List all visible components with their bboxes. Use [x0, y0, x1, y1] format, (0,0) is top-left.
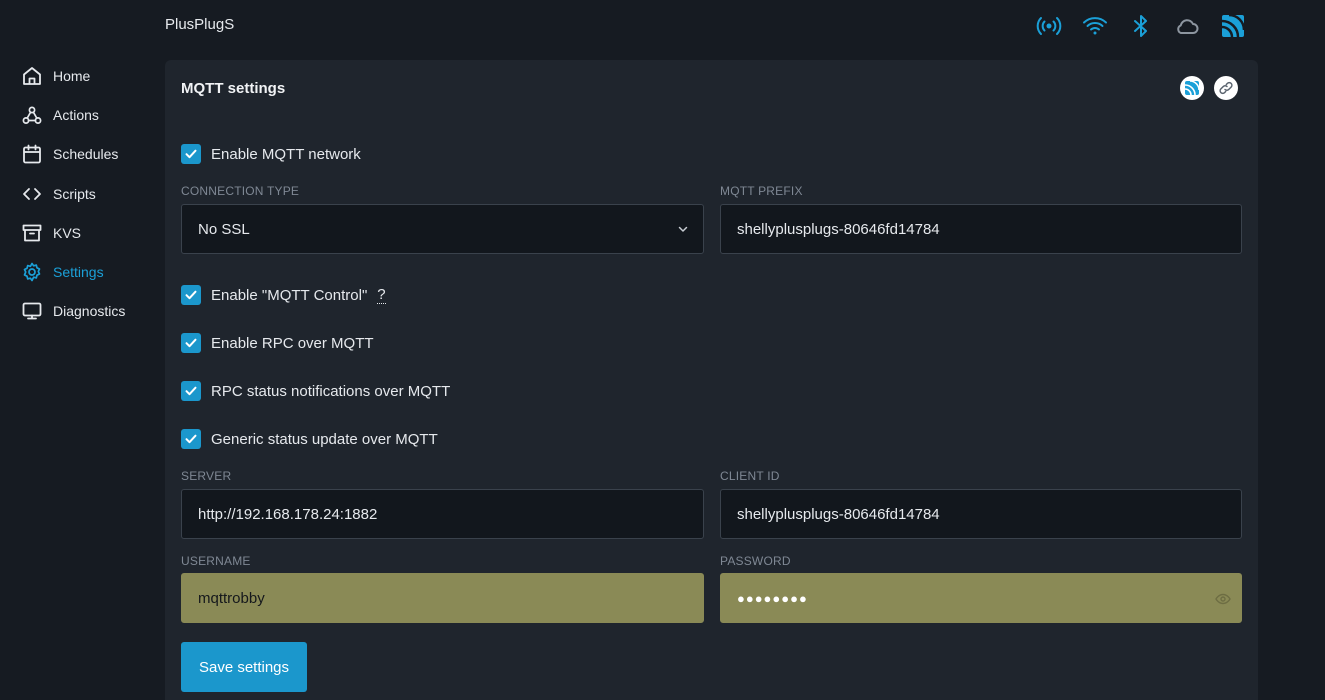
enable-mqtt-label: Enable MQTT network — [211, 145, 361, 163]
sidebar-item-diagnostics[interactable]: Diagnostics — [20, 296, 125, 326]
chevron-down-icon — [678, 226, 688, 232]
enable-rpc-checkbox[interactable] — [181, 333, 201, 353]
sidebar-item-scripts[interactable]: Scripts — [20, 179, 96, 209]
connection-type-label: CONNECTION TYPE — [181, 184, 300, 198]
sidebar-item-label: Settings — [53, 264, 104, 280]
rpc-status-label: RPC status notifications over MQTT — [211, 382, 451, 400]
password-label: PASSWORD — [720, 554, 791, 568]
rpc-status-row: RPC status notifications over MQTT — [181, 380, 450, 402]
username-value: mqttrobby — [198, 589, 265, 607]
bluetooth-icon[interactable] — [1128, 12, 1174, 40]
card-title: MQTT settings — [181, 80, 286, 97]
status-icons — [1036, 12, 1266, 40]
sidebar-item-home[interactable]: Home — [20, 61, 90, 91]
username-input[interactable]: mqttrobby — [181, 573, 704, 623]
link-icon[interactable] — [1214, 76, 1238, 100]
wifi-icon[interactable] — [1082, 12, 1128, 40]
sidebar-item-actions[interactable]: Actions — [20, 100, 99, 130]
broadcast-icon[interactable] — [1036, 12, 1082, 40]
sidebar-item-settings[interactable]: Settings — [20, 257, 104, 287]
enable-mqtt-control-label: Enable "MQTT Control" — [211, 286, 368, 304]
sidebar-item-label: Diagnostics — [53, 303, 126, 319]
generic-status-row: Generic status update over MQTT — [181, 428, 438, 450]
sidebar-item-label: Actions — [53, 107, 99, 123]
client-id-input[interactable]: shellyplusplugs-80646fd14784 — [720, 489, 1242, 539]
eye-icon[interactable] — [1215, 592, 1231, 606]
enable-mqtt-checkbox[interactable] — [181, 144, 201, 164]
mqtt-settings-card: MQTT settings Enable MQTT network CONNEC… — [165, 60, 1258, 700]
gear-icon — [20, 260, 44, 284]
help-tooltip[interactable]: ? — [377, 286, 386, 304]
enable-rpc-row: Enable RPC over MQTT — [181, 332, 374, 354]
mqtt-prefix-input[interactable]: shellyplusplugs-80646fd14784 — [720, 204, 1242, 254]
connection-type-value: No SSL — [198, 220, 250, 238]
password-value: ●●●●●●●● — [737, 590, 808, 606]
mqtt-icon[interactable] — [1180, 76, 1204, 100]
username-label: USERNAME — [181, 554, 251, 568]
mqtt-icon[interactable] — [1220, 12, 1266, 40]
mqtt-prefix-label: MQTT PREFIX — [720, 184, 803, 198]
sidebar-item-kvs[interactable]: KVS — [20, 218, 81, 248]
sidebar-item-label: Scripts — [53, 186, 96, 202]
server-input[interactable]: http://192.168.178.24:1882 — [181, 489, 704, 539]
server-label: SERVER — [181, 469, 232, 483]
connection-type-select[interactable]: No SSL — [181, 204, 704, 254]
sidebar-item-label: Home — [53, 68, 91, 84]
sidebar-item-schedules[interactable]: Schedules — [20, 139, 118, 169]
save-settings-button[interactable]: Save settings — [181, 642, 307, 692]
enable-rpc-label: Enable RPC over MQTT — [211, 334, 374, 352]
server-value: http://192.168.178.24:1882 — [198, 505, 378, 523]
client-id-value: shellyplusplugs-80646fd14784 — [737, 505, 940, 523]
generic-status-label: Generic status update over MQTT — [211, 430, 438, 448]
enable-mqtt-control-row: Enable "MQTT Control" ? — [181, 284, 386, 306]
archive-icon — [20, 221, 44, 245]
code-icon — [20, 182, 44, 206]
app-title: PlusPlugS — [165, 16, 235, 33]
enable-mqtt-row: Enable MQTT network — [181, 143, 361, 165]
rpc-status-checkbox[interactable] — [181, 381, 201, 401]
sidebar-item-label: Schedules — [53, 146, 119, 162]
mqtt-prefix-value: shellyplusplugs-80646fd14784 — [737, 220, 940, 238]
calendar-icon — [20, 142, 44, 166]
enable-mqtt-control-checkbox[interactable] — [181, 285, 201, 305]
client-id-label: CLIENT ID — [720, 469, 780, 483]
cloud-icon[interactable] — [1174, 12, 1220, 40]
webhook-icon — [20, 103, 44, 127]
sidebar-item-label: KVS — [53, 225, 82, 241]
generic-status-checkbox[interactable] — [181, 429, 201, 449]
monitor-icon — [20, 299, 44, 323]
card-actions — [1180, 76, 1238, 100]
password-input[interactable]: ●●●●●●●● — [720, 573, 1242, 623]
home-icon — [20, 64, 44, 88]
